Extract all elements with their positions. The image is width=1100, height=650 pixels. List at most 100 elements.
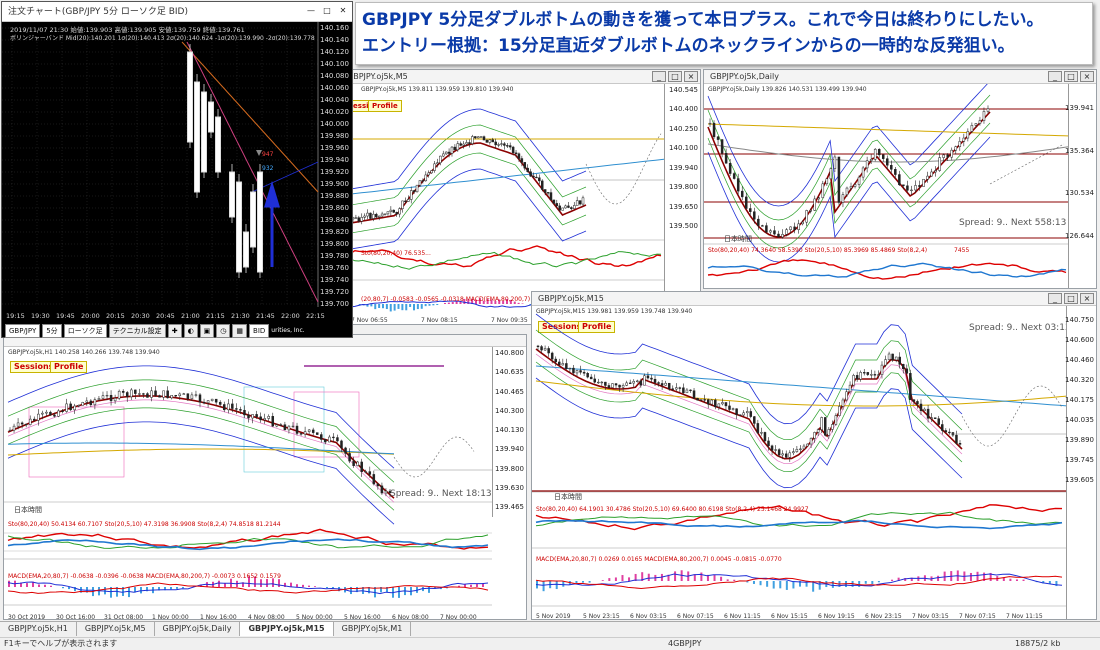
- close-button[interactable]: ×: [684, 71, 698, 82]
- minimize-button[interactable]: _: [1048, 293, 1062, 304]
- candle-body: [572, 367, 575, 374]
- time-tick-label: 4 Nov 08:00: [248, 614, 285, 621]
- candle-body: [174, 395, 177, 397]
- chart-window-h1[interactable]: GBPJPY.oj5k,H1 140.258 140.266 139.748 1…: [3, 334, 527, 621]
- crosshair-icon[interactable]: ✚: [167, 324, 182, 338]
- close-button[interactable]: ×: [1080, 293, 1094, 304]
- candle-body: [777, 233, 780, 238]
- price-tick-label: 139.820: [320, 228, 349, 236]
- candle-body: [817, 197, 821, 200]
- close-button[interactable]: ✕: [336, 6, 350, 17]
- screen-icon[interactable]: ▣: [199, 324, 215, 338]
- bb-1sigma-lower: [7, 407, 395, 511]
- chart-window-m5[interactable]: GBPJPY.oj5k,M5 _ □ × GBPJPY.oj5k,M5 139.81…: [340, 69, 701, 325]
- price-type-select[interactable]: BID: [249, 324, 270, 338]
- price-tick-label: 140.000: [320, 120, 349, 128]
- candle-body: [692, 390, 696, 399]
- candle-body: [514, 152, 518, 154]
- axis-tick-label: 140.035: [1065, 416, 1094, 424]
- candle-body: [678, 387, 682, 389]
- candle-body: [291, 425, 295, 428]
- timeframe-select[interactable]: 5分: [42, 324, 62, 338]
- maximize-button[interactable]: □: [1064, 71, 1078, 82]
- chart-area[interactable]: GBPJPY.oj5k,Daily 139.826 140.531 139.49…: [704, 84, 1096, 288]
- candle-body: [894, 356, 898, 361]
- order-chart-area[interactable]: 2019/11/07 21:30 始値:139.903 高値:139.905 安…: [2, 22, 352, 322]
- price-tick-label: 139.980: [320, 132, 349, 140]
- candle-body: [689, 389, 692, 392]
- time-tick-label: 6 Nov 11:15: [724, 613, 761, 620]
- candle-body: [162, 390, 165, 398]
- candle-body: [550, 352, 554, 360]
- m5-chart-svg: 7 Nov 06:557 Nov 08:157 Nov 09:357 Nov 1…: [341, 108, 667, 324]
- candle-body: [898, 356, 901, 365]
- palette-icon[interactable]: ▦: [232, 324, 248, 338]
- chart-window-m15[interactable]: GBPJPY.oj5k,M15 _ □ × GBPJPY.oj5k,M15 139.…: [531, 291, 1097, 620]
- candle-body: [941, 424, 944, 431]
- price-axis[interactable]: 140.800 140.635 140.465 140.300 140.130 139.9…: [492, 347, 526, 517]
- candle-body: [781, 453, 784, 456]
- technical-settings-button[interactable]: テクニカル設定: [108, 324, 166, 338]
- maximize-button[interactable]: □: [1064, 293, 1078, 304]
- price-tick-label: 139.720: [320, 288, 349, 296]
- window-titlebar[interactable]: GBPJPY.oj5k,M5 _ □ ×: [341, 70, 700, 84]
- price-axis[interactable]: 140.750 140.600 140.460 140.320 140.175 140.0…: [1065, 306, 1096, 619]
- price-tick-label: 139.860: [320, 204, 349, 212]
- window-titlebar[interactable]: GBPJPY.oj5k,Daily _ □ ×: [704, 70, 1096, 84]
- maximize-button[interactable]: □: [668, 71, 682, 82]
- order-chart-window[interactable]: 注文チャート(GBP/JPY 5分 ローソク足 BID) — □ ✕ 2019/11…: [1, 1, 353, 338]
- candle-body: [974, 123, 978, 126]
- chart-window-daily[interactable]: GBPJPY.oj5k,Daily _ □ × GBPJPY.oj5k,Daily …: [703, 69, 1097, 289]
- axis-tick-label: 139.940: [495, 445, 524, 454]
- macd-histogram-bar: [374, 304, 377, 310]
- candle-body: [352, 460, 355, 466]
- minimize-button[interactable]: _: [652, 71, 666, 82]
- macd-histogram-bar: [614, 577, 617, 581]
- macd-histogram-bar: [428, 304, 431, 306]
- chart-style-select[interactable]: ローソク足: [63, 324, 107, 338]
- indicator-icon[interactable]: ◐: [183, 324, 198, 338]
- candle-body: [227, 403, 230, 411]
- price-tick-label: 139.880: [320, 192, 349, 200]
- close-button[interactable]: ×: [1080, 71, 1094, 82]
- price-axis[interactable]: 139.941 135.364 130.534 126.644: [1065, 84, 1096, 288]
- chart-area[interactable]: GBPJPY.oj5k,M15 139.981 139.959 139.748 …: [532, 306, 1096, 620]
- window-titlebar[interactable]: 注文チャート(GBP/JPY 5分 ローソク足 BID) — □ ✕: [2, 2, 352, 22]
- candle-body: [558, 361, 561, 366]
- macd-histogram-bar: [140, 587, 142, 594]
- clock-icon[interactable]: ◷: [216, 324, 231, 338]
- time-tick-label: 1 Nov 00:00: [152, 614, 189, 621]
- candle-body: [336, 437, 339, 442]
- chart-tab[interactable]: GBPJPY.oj5k,M1: [334, 622, 412, 636]
- macd-histogram-bar: [864, 581, 867, 584]
- macd-histogram-bar: [382, 304, 384, 309]
- maximize-button[interactable]: □: [320, 6, 334, 17]
- candle-body: [348, 453, 351, 462]
- candle-body: [650, 377, 653, 380]
- axis-tick-label: 139.800: [495, 464, 524, 473]
- macd-histogram-bar: [608, 578, 611, 581]
- candle-body: [706, 399, 710, 405]
- candle-body: [765, 225, 768, 233]
- time-tick-label: 7 Nov 00:00: [440, 614, 477, 621]
- candle-body: [611, 383, 614, 388]
- pair-select[interactable]: GBP/JPY: [5, 324, 41, 338]
- chart-tab[interactable]: GBPJPY.oj5k,M15: [240, 622, 334, 636]
- chart-area[interactable]: GBPJPY.oj5k,H1 140.258 140.266 139.748 1…: [4, 347, 526, 621]
- macd-histogram-bar: [700, 572, 703, 581]
- macd-histogram-bar: [176, 587, 178, 589]
- candle-body: [742, 412, 745, 416]
- minimize-button[interactable]: —: [304, 6, 318, 17]
- price-axis[interactable]: 140.545 140.400 140.250 140.100 139.940 139.8…: [664, 84, 700, 316]
- projection-line: [961, 385, 1063, 447]
- chart-tab[interactable]: GBPJPY.oj5k,Daily: [155, 622, 241, 636]
- minimize-button[interactable]: _: [1048, 71, 1062, 82]
- chart-tab[interactable]: GBPJPY.oj5k,M5: [77, 622, 155, 636]
- candle-body: [134, 389, 137, 394]
- chart-area[interactable]: GBPJPY.oj5k,M5 139.811 139.959 139.810 1…: [341, 84, 700, 324]
- window-titlebar[interactable]: GBPJPY.oj5k,M15 _ □ ×: [532, 292, 1096, 306]
- chart-tab[interactable]: GBPJPY.oj5k,H1: [0, 622, 77, 636]
- candle-body: [12, 425, 16, 431]
- candle-body: [886, 158, 889, 166]
- candle-body: [881, 154, 885, 159]
